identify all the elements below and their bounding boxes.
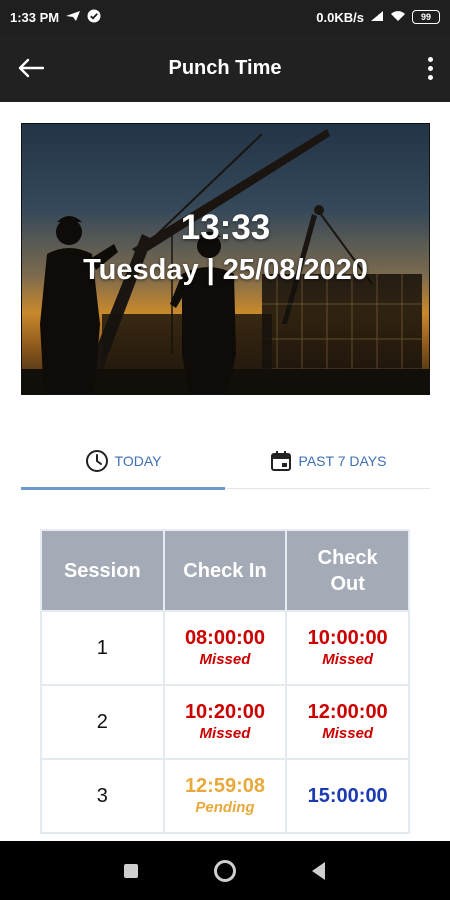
more-vert-icon: [427, 56, 433, 62]
table-row: 2 10:20:00 Missed 12:00:00 Missed: [40, 684, 410, 760]
tab-past-label: PAST 7 DAYS: [298, 453, 387, 469]
check-in-cell: 12:59:08 Pending: [162, 758, 288, 834]
tab-selected-indicator: [21, 487, 225, 490]
check-in-status: Missed: [199, 725, 251, 742]
more-options-button[interactable]: [420, 52, 440, 84]
page-title: Punch Time: [168, 57, 282, 79]
tab-today-label: TODAY: [114, 453, 162, 469]
signal-icon: [370, 10, 384, 25]
system-back-button[interactable]: [312, 862, 325, 880]
header-session: Session: [40, 529, 165, 612]
status-time: 1:33 PM: [10, 9, 60, 25]
app-bar: Punch Time: [0, 34, 450, 102]
clock-icon: [85, 450, 108, 472]
header-check-in: Check In: [162, 529, 288, 612]
check-out-time: 10:00:00: [307, 627, 388, 649]
table-row: 1 08:00:00 Missed 10:00:00 Missed: [40, 610, 410, 686]
check-in-time: 10:20:00: [184, 701, 265, 723]
wifi-icon: [390, 10, 406, 25]
session-cell: 2: [40, 684, 165, 760]
check-circle-icon: [87, 9, 101, 26]
tab-past-7-days[interactable]: PAST 7 DAYS: [225, 432, 430, 490]
network-speed: 0.0KB/s: [316, 9, 364, 25]
status-bar: 1:33 PM 0.0KB/s 99: [0, 0, 450, 34]
session-cell: 3: [40, 758, 165, 834]
back-button[interactable]: [14, 52, 48, 84]
calendar-icon: [270, 451, 291, 471]
table-header-row: Session Check In Check Out: [40, 529, 410, 612]
home-button[interactable]: [214, 860, 236, 882]
arrow-left-icon: [18, 58, 44, 78]
tab-bar: TODAY PAST 7 DAYS: [21, 432, 430, 490]
check-out-status: Missed: [322, 725, 374, 742]
check-in-time: 08:00:00: [184, 627, 265, 649]
session-cell: 1: [40, 610, 165, 686]
check-in-cell: 10:20:00 Missed: [162, 684, 288, 760]
battery-icon: 99: [412, 10, 440, 24]
check-in-time: 12:59:08: [184, 775, 265, 797]
header-check-out: Check Out: [285, 529, 410, 612]
table-row: 3 12:59:08 Pending 15:00:00: [40, 758, 410, 834]
battery-level: 99: [420, 12, 431, 22]
check-in-cell: 08:00:00 Missed: [162, 610, 288, 686]
check-out-time: 12:00:00: [307, 701, 388, 723]
check-out-cell: 15:00:00: [285, 758, 410, 834]
current-date: Tuesday | 25/08/2020: [83, 254, 368, 286]
punch-time-table: Session Check In Check Out 1 08:00:00 Mi…: [40, 529, 410, 834]
check-out-time: 15:00:00: [307, 785, 388, 807]
recent-apps-button[interactable]: [124, 864, 138, 878]
check-out-cell: 10:00:00 Missed: [285, 610, 410, 686]
current-time: 13:33: [180, 208, 271, 247]
check-out-cell: 12:00:00 Missed: [285, 684, 410, 760]
check-in-status: Missed: [199, 651, 251, 668]
check-out-status: Missed: [322, 651, 374, 668]
system-nav-bar: [0, 841, 450, 900]
tab-today[interactable]: TODAY: [21, 432, 225, 490]
check-in-status: Pending: [195, 799, 255, 816]
divider: [225, 488, 430, 489]
banner-image: 13:33 Tuesday | 25/08/2020: [21, 123, 430, 395]
send-icon: [65, 10, 81, 25]
